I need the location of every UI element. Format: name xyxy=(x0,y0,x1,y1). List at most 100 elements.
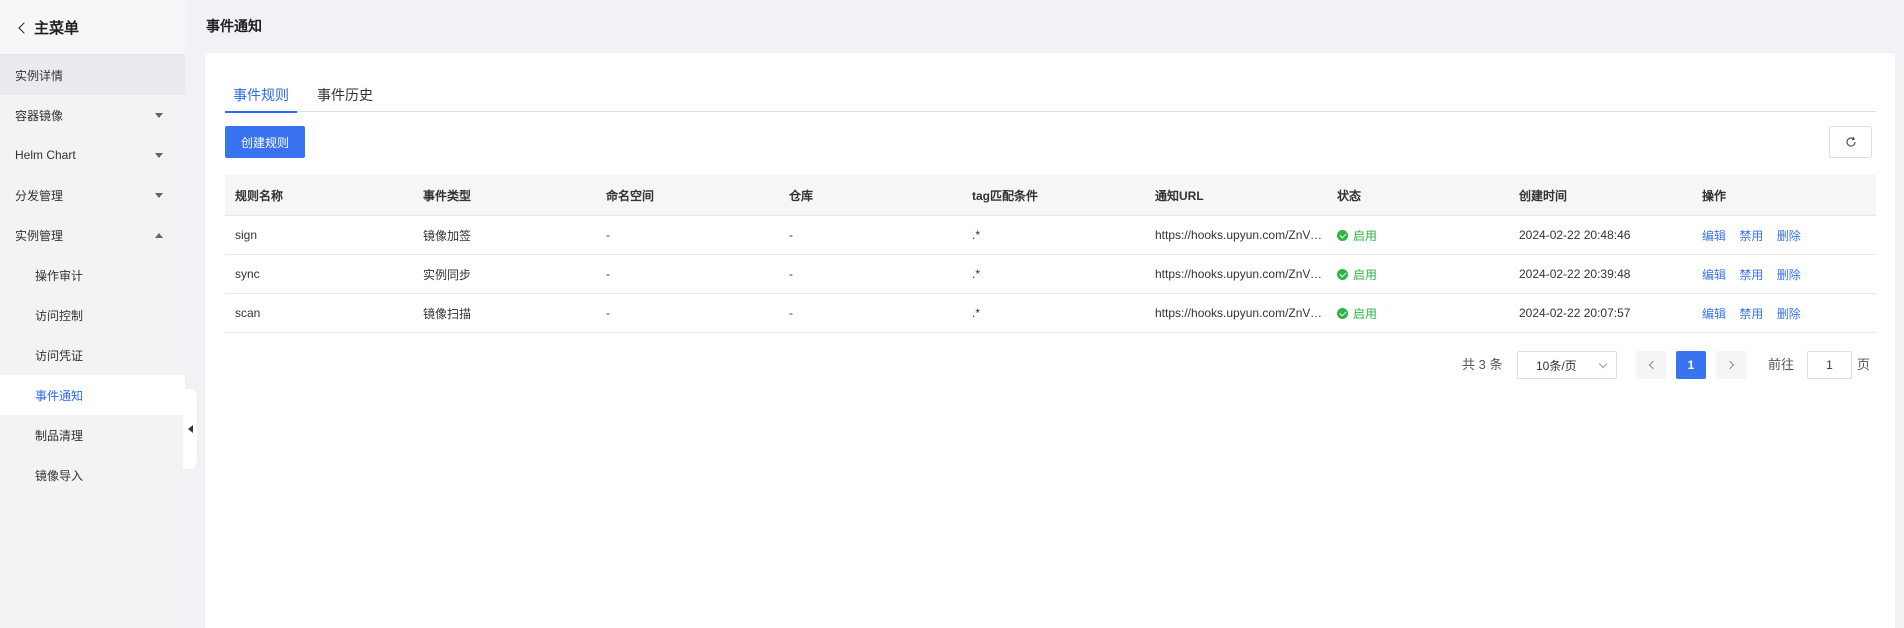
column-header: 规则名称 xyxy=(235,188,284,203)
sidebar-item-access-credentials[interactable]: 访问凭证 xyxy=(0,335,185,375)
sidebar-item-label: 事件通知 xyxy=(35,388,84,403)
row-actions: 编辑 禁用 删除 xyxy=(1692,305,1876,322)
status-badge: 启用 xyxy=(1327,266,1509,283)
chevron-left-icon xyxy=(18,21,30,34)
sidebar-item-instance-details[interactable]: 实例详情 xyxy=(0,55,185,95)
sidebar-item-label: 访问控制 xyxy=(35,308,84,323)
back-to-main-menu[interactable]: 主菜单 xyxy=(0,0,185,55)
chevron-left-icon xyxy=(1648,360,1657,370)
row-actions: 编辑 禁用 删除 xyxy=(1692,266,1876,283)
notify-url: https://hooks.upyun.com/ZnVuY3Rpb24 xyxy=(1155,267,1327,281)
sidebar-item-label: Helm Chart xyxy=(15,148,76,162)
page-size-value: 10条/页 xyxy=(1536,358,1577,373)
column-header: 操作 xyxy=(1702,188,1727,203)
total-count: 共 3 条 xyxy=(1462,357,1503,372)
sidebar: 主菜单 实例详情 容器镜像 Helm Chart 分发管理 实例管理 操作审计 … xyxy=(0,0,185,628)
check-circle-icon xyxy=(1337,229,1348,241)
tab-event-rules[interactable]: 事件规则 xyxy=(225,79,297,113)
tag-match: .* xyxy=(972,267,981,281)
page-unit-label: 页 xyxy=(1857,357,1871,372)
refresh-button[interactable] xyxy=(1829,126,1872,158)
caret-down-icon xyxy=(155,112,163,118)
edit-link[interactable]: 编辑 xyxy=(1702,268,1726,282)
status-label: 启用 xyxy=(1353,306,1378,321)
next-page-button[interactable] xyxy=(1716,351,1746,379)
event-type: 镜像扫描 xyxy=(423,306,472,321)
namespace: - xyxy=(606,267,610,281)
caret-up-icon xyxy=(155,232,163,238)
status-badge: 启用 xyxy=(1327,305,1509,322)
event-type: 实例同步 xyxy=(423,267,472,282)
disable-link[interactable]: 禁用 xyxy=(1739,268,1763,282)
table-header: 规则名称 事件类型 命名空间 仓库 tag匹配条件 通知URL 状态 创建时间 … xyxy=(225,175,1876,216)
check-circle-icon xyxy=(1337,307,1348,319)
delete-link[interactable]: 删除 xyxy=(1777,268,1801,282)
sidebar-item-distribution[interactable]: 分发管理 xyxy=(0,175,185,215)
sidebar-item-label: 实例详情 xyxy=(15,68,64,83)
created-time: 2024-02-22 20:39:48 xyxy=(1519,267,1631,281)
sidebar-item-helm-chart[interactable]: Helm Chart xyxy=(0,135,185,175)
goto-label: 前往 xyxy=(1768,357,1795,372)
page-number-1[interactable]: 1 xyxy=(1676,351,1706,379)
sidebar-item-label: 镜像导入 xyxy=(35,468,84,483)
tag-match: .* xyxy=(972,306,981,320)
chevron-down-icon xyxy=(1598,359,1608,369)
status-label: 启用 xyxy=(1353,267,1378,282)
sidebar-item-operation-audit[interactable]: 操作审计 xyxy=(0,255,185,295)
created-time: 2024-02-22 20:48:46 xyxy=(1519,228,1631,242)
delete-link[interactable]: 删除 xyxy=(1777,229,1801,243)
repository: - xyxy=(789,267,793,281)
sidebar-item-label: 分发管理 xyxy=(15,188,64,203)
notify-url: https://hooks.upyun.com/ZnVuY3Rpb24 xyxy=(1155,228,1327,242)
event-type: 镜像加签 xyxy=(423,228,472,243)
repository: - xyxy=(789,228,793,242)
caret-down-icon xyxy=(155,192,163,198)
prev-page-button[interactable] xyxy=(1636,351,1666,379)
rule-name: sync xyxy=(235,267,260,281)
rule-name: sign xyxy=(235,228,258,242)
namespace: - xyxy=(606,306,610,320)
table-row: sync 实例同步 - - .* https://hooks.upyun.com… xyxy=(225,255,1876,294)
sidebar-item-access-control[interactable]: 访问控制 xyxy=(0,295,185,335)
sidebar-item-container-images[interactable]: 容器镜像 xyxy=(0,95,185,135)
column-header: 创建时间 xyxy=(1519,188,1568,203)
goto-page-input[interactable] xyxy=(1807,351,1852,379)
repository: - xyxy=(789,306,793,320)
collapse-left-icon xyxy=(187,425,193,433)
column-header: 仓库 xyxy=(789,188,814,203)
created-time: 2024-02-22 20:07:57 xyxy=(1519,306,1631,320)
sidebar-item-label: 操作审计 xyxy=(35,268,84,283)
caret-down-icon xyxy=(155,152,163,158)
sidebar-item-image-import[interactable]: 镜像导入 xyxy=(0,455,185,495)
status-badge: 启用 xyxy=(1327,227,1509,244)
table-row: scan 镜像扫描 - - .* https://hooks.upyun.com… xyxy=(225,294,1876,333)
create-rule-button[interactable]: 创建规则 xyxy=(225,126,305,158)
sidebar-item-label: 实例管理 xyxy=(15,228,64,243)
chevron-right-icon xyxy=(1725,360,1734,370)
page-title: 事件通知 xyxy=(206,18,262,34)
column-header: 事件类型 xyxy=(423,188,472,203)
column-header: 命名空间 xyxy=(606,188,655,203)
tab-event-history[interactable]: 事件历史 xyxy=(309,79,381,112)
notify-url: https://hooks.upyun.com/ZnVuY3Rpb24 xyxy=(1155,306,1327,320)
sidebar-item-event-notification[interactable]: 事件通知 xyxy=(0,375,185,415)
pagination: 共 3 条 10条/页 1 前往 页 xyxy=(205,351,1895,379)
disable-link[interactable]: 禁用 xyxy=(1739,229,1763,243)
page-size-select[interactable]: 10条/页 xyxy=(1517,351,1617,379)
sidebar-item-label: 制品清理 xyxy=(35,428,84,443)
column-header: 状态 xyxy=(1337,188,1362,203)
rules-table: 规则名称 事件类型 命名空间 仓库 tag匹配条件 通知URL 状态 创建时间 … xyxy=(225,175,1876,333)
edit-link[interactable]: 编辑 xyxy=(1702,229,1726,243)
sidebar-item-instance-management[interactable]: 实例管理 xyxy=(0,215,185,255)
rule-name: scan xyxy=(235,306,261,320)
sidebar-collapse-handle[interactable] xyxy=(183,389,197,469)
edit-link[interactable]: 编辑 xyxy=(1702,307,1726,321)
namespace: - xyxy=(606,228,610,242)
tag-match: .* xyxy=(972,228,981,242)
tab-bar: 事件规则 事件历史 xyxy=(225,79,1876,113)
check-circle-icon xyxy=(1337,268,1348,280)
sidebar-item-label: 访问凭证 xyxy=(35,348,84,363)
disable-link[interactable]: 禁用 xyxy=(1739,307,1763,321)
delete-link[interactable]: 删除 xyxy=(1777,307,1801,321)
sidebar-item-artifact-cleanup[interactable]: 制品清理 xyxy=(0,415,185,455)
